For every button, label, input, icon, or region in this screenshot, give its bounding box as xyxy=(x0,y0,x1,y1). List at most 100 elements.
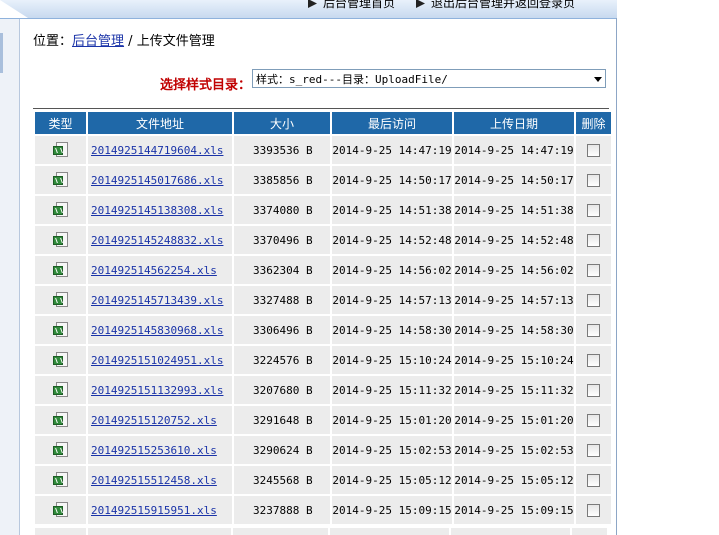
delete-cell xyxy=(576,136,611,164)
delete-checkbox[interactable] xyxy=(587,353,600,367)
upload-time: 2014-9-25 15:01:20 xyxy=(454,406,574,434)
delete-checkbox[interactable] xyxy=(587,263,600,277)
upload-time: 2014-9-25 15:02:53 xyxy=(454,436,574,464)
chevron-down-icon[interactable] xyxy=(594,77,602,82)
file-link[interactable]: 201492515512458.xls xyxy=(91,474,217,487)
table-row: 201492515253610.xls 3290624 B 2014-9-25 15… xyxy=(35,436,611,464)
last-access-time: 2014-9-25 15:01:20 xyxy=(332,406,452,434)
table-row-partial xyxy=(35,528,608,535)
last-access-time: 2014-9-25 14:50:17 xyxy=(332,166,452,194)
file-path-cell: 2014925151024951.xls xyxy=(88,346,232,374)
delete-checkbox[interactable] xyxy=(587,203,600,217)
file-link[interactable]: 2014925151132993.xls xyxy=(91,384,223,397)
last-access-time: 2014-9-25 14:51:38 xyxy=(332,196,452,224)
excel-file-icon xyxy=(52,472,69,488)
file-link[interactable]: 201492515120752.xls xyxy=(91,414,217,427)
excel-file-icon xyxy=(52,442,69,458)
file-size: 3385856 B xyxy=(234,166,330,194)
file-type-cell xyxy=(35,346,86,374)
file-type-cell xyxy=(35,376,86,404)
file-size: 3224576 B xyxy=(234,346,330,374)
delete-checkbox[interactable] xyxy=(587,413,600,427)
table-row: 2014925145138308.xls 3374080 B 2014-9-25 1… xyxy=(35,196,611,224)
delete-checkbox[interactable] xyxy=(587,293,600,307)
file-link[interactable]: 201492515915951.xls xyxy=(91,504,217,517)
file-size: 3393536 B xyxy=(234,136,330,164)
arrow-right-icon xyxy=(416,0,425,8)
delete-checkbox[interactable] xyxy=(587,503,600,517)
last-access-time: 2014-9-25 15:05:12 xyxy=(332,466,452,494)
delete-checkbox[interactable] xyxy=(587,443,600,457)
delete-checkbox[interactable] xyxy=(587,143,600,157)
excel-file-icon xyxy=(52,502,69,518)
table-row: 201492515512458.xls 3245568 B 2014-9-25 15… xyxy=(35,466,611,494)
file-path-cell: 201492515915951.xls xyxy=(88,496,232,524)
file-type-cell xyxy=(35,496,86,524)
last-access-time: 2014-9-25 14:52:48 xyxy=(332,226,452,254)
delete-cell xyxy=(576,256,611,284)
excel-file-icon xyxy=(52,322,69,338)
upload-time: 2014-9-25 14:47:19 xyxy=(454,136,574,164)
file-link[interactable]: 2014925145830968.xls xyxy=(91,324,223,337)
column-header-last-access: 最后访问 xyxy=(332,112,452,134)
last-access-time: 2014-9-25 14:57:13 xyxy=(332,286,452,314)
last-access-time: 2014-9-25 15:09:15 xyxy=(332,496,452,524)
upload-time: 2014-9-25 14:56:02 xyxy=(454,256,574,284)
file-link[interactable]: 2014925151024951.xls xyxy=(91,354,223,367)
table-row: 201492515915951.xls 3237888 B 2014-9-25 15… xyxy=(35,496,611,524)
upload-time: 2014-9-25 15:09:15 xyxy=(454,496,574,524)
style-directory-value: 样式：s_red---目录：UploadFile/ xyxy=(256,73,448,86)
delete-checkbox[interactable] xyxy=(587,323,600,337)
excel-file-icon xyxy=(52,202,69,218)
file-path-cell: 2014925145138308.xls xyxy=(88,196,232,224)
file-size: 3290624 B xyxy=(234,436,330,464)
delete-checkbox[interactable] xyxy=(587,173,600,187)
table-row: 2014925151132993.xls 3207680 B 2014-9-25 1… xyxy=(35,376,611,404)
file-link[interactable]: 2014925144719604.xls xyxy=(91,144,223,157)
file-link[interactable]: 2014925145713439.xls xyxy=(91,294,223,307)
delete-checkbox[interactable] xyxy=(587,233,600,247)
delete-cell xyxy=(576,226,611,254)
upload-time: 2014-9-25 14:58:30 xyxy=(454,316,574,344)
file-type-cell xyxy=(35,436,86,464)
divider xyxy=(33,108,609,109)
breadcrumb-prefix: 位置： xyxy=(33,34,73,49)
delete-cell xyxy=(576,316,611,344)
file-type-cell xyxy=(35,196,86,224)
file-path-cell: 2014925144719604.xls xyxy=(88,136,232,164)
file-link[interactable]: 201492515253610.xls xyxy=(91,444,217,457)
file-path-cell: 2014925145017686.xls xyxy=(88,166,232,194)
top-nav-bar: 后台管理首页 退出后台管理并返回登录页 xyxy=(0,0,617,19)
style-directory-select[interactable]: 样式：s_red---目录：UploadFile/ xyxy=(252,69,606,88)
breadcrumb-admin-link[interactable]: 后台管理 xyxy=(72,34,124,49)
file-type-cell xyxy=(35,256,86,284)
file-link[interactable]: 2014925145248832.xls xyxy=(91,234,223,247)
delete-cell xyxy=(576,196,611,224)
excel-file-icon xyxy=(52,352,69,368)
column-header-delete: 删除 xyxy=(576,112,611,134)
file-path-cell: 201492515253610.xls xyxy=(88,436,232,464)
delete-checkbox[interactable] xyxy=(587,473,600,487)
file-size: 3374080 B xyxy=(234,196,330,224)
file-path-cell: 2014925151132993.xls xyxy=(88,376,232,404)
file-link[interactable]: 201492514562254.xls xyxy=(91,264,217,277)
file-link[interactable]: 2014925145017686.xls xyxy=(91,174,223,187)
table-row: 2014925151024951.xls 3224576 B 2014-9-25 1… xyxy=(35,346,611,374)
delete-cell xyxy=(576,166,611,194)
logout-link[interactable]: 退出后台管理并返回登录页 xyxy=(416,0,575,12)
delete-checkbox[interactable] xyxy=(587,383,600,397)
admin-home-link[interactable]: 后台管理首页 xyxy=(308,0,395,12)
file-type-cell xyxy=(35,226,86,254)
last-access-time: 2014-9-25 14:58:30 xyxy=(332,316,452,344)
upload-time: 2014-9-25 15:11:32 xyxy=(454,376,574,404)
sidebar-toggle-handle[interactable] xyxy=(0,33,3,73)
upload-time: 2014-9-25 15:10:24 xyxy=(454,346,574,374)
file-path-cell: 2014925145713439.xls xyxy=(88,286,232,314)
file-path-cell: 201492514562254.xls xyxy=(88,256,232,284)
left-sidebar-gutter xyxy=(0,19,20,535)
upload-time: 2014-9-25 15:05:12 xyxy=(454,466,574,494)
file-size: 3362304 B xyxy=(234,256,330,284)
file-link[interactable]: 2014925145138308.xls xyxy=(91,204,223,217)
delete-cell xyxy=(576,286,611,314)
table-row: 2014925145830968.xls 3306496 B 2014-9-25 1… xyxy=(35,316,611,344)
